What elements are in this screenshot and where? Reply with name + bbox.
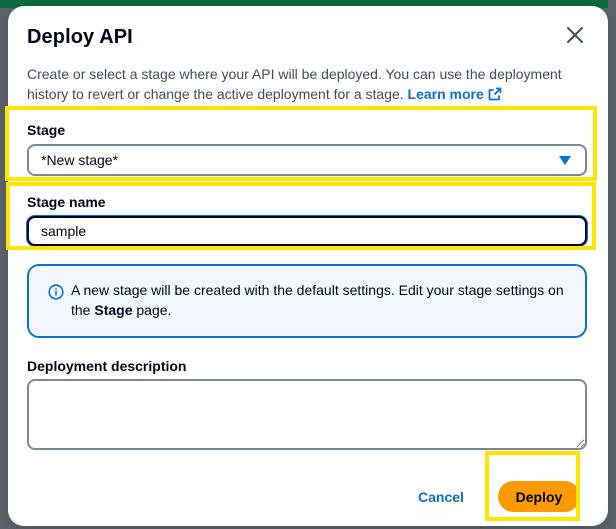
info-alert-text: A new stage will be created with the def… xyxy=(71,280,571,320)
highlight-stage-name xyxy=(6,182,596,250)
background-right-edge xyxy=(608,0,616,529)
info-icon xyxy=(48,284,64,300)
deployment-description-textarea[interactable] xyxy=(27,379,587,450)
alert-text-bold: Stage xyxy=(94,302,133,318)
deployment-description-label: Deployment description xyxy=(27,358,187,374)
modal-description: Create or select a stage where your API … xyxy=(27,64,587,104)
highlight-stage xyxy=(5,106,597,181)
deploy-api-modal: Deploy API Create or select a stage wher… xyxy=(8,6,608,526)
learn-more-label: Learn more xyxy=(407,86,484,102)
info-alert: A new stage will be created with the def… xyxy=(27,264,587,338)
modal-title: Deploy API xyxy=(27,26,133,48)
alert-text-after: page. xyxy=(132,302,172,318)
close-button[interactable] xyxy=(564,24,586,46)
external-link-icon xyxy=(488,87,502,101)
close-icon xyxy=(567,27,583,43)
learn-more-link[interactable]: Learn more xyxy=(408,86,502,102)
highlight-deploy xyxy=(485,451,580,521)
cancel-button[interactable]: Cancel xyxy=(408,484,474,510)
